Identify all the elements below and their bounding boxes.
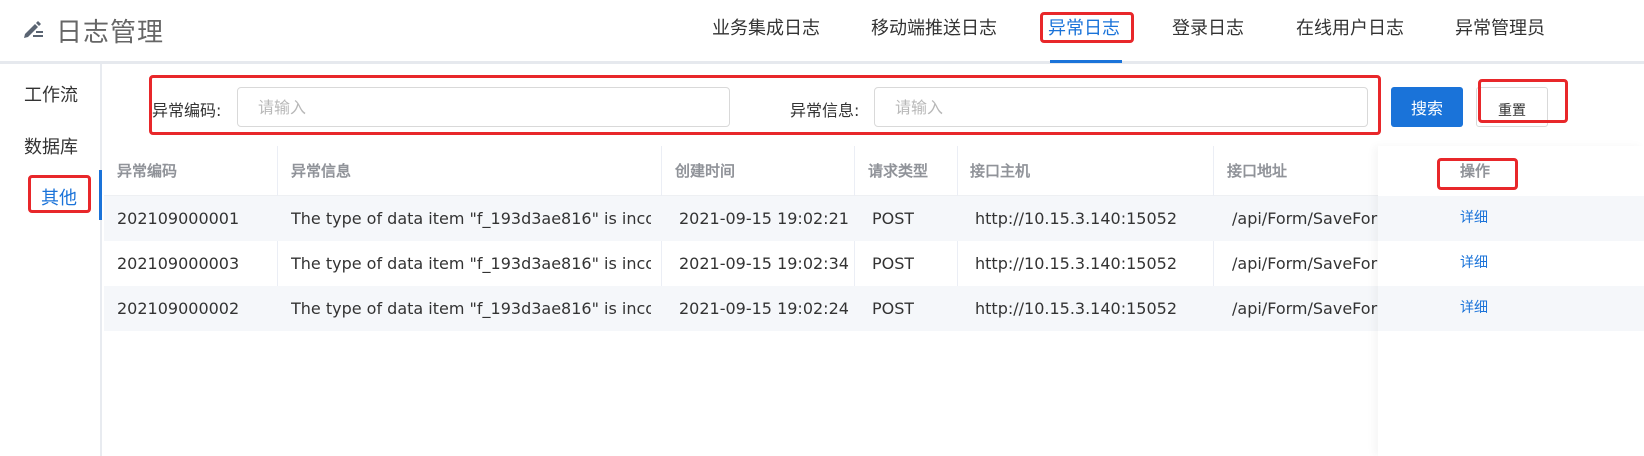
exception-table: 异常编码 异常信息 创建时间 请求类型 接口主机 接口地址 2021090000… bbox=[104, 146, 1644, 456]
column-header-created[interactable]: 创建时间 bbox=[675, 146, 735, 196]
sidebar-item-label: 工作流 bbox=[24, 85, 78, 106]
reset-button[interactable]: 重置 bbox=[1476, 87, 1548, 127]
cell-request-type: POST bbox=[872, 254, 915, 273]
exception-code-input[interactable] bbox=[237, 87, 730, 127]
cell-request-type: POST bbox=[872, 299, 915, 318]
cell-info: The type of data item "f_193d3ae816" is … bbox=[291, 254, 651, 273]
cell-info: The type of data item "f_193d3ae816" is … bbox=[291, 299, 651, 318]
cell-created: 2021-09-15 19:02:34 bbox=[679, 254, 849, 273]
cell-code: 202109000002 bbox=[117, 299, 240, 318]
tab-login-log[interactable]: 登录日志 bbox=[1172, 14, 1244, 42]
cell-address: /api/Form/SaveForm bbox=[1232, 299, 1378, 318]
cell-created: 2021-09-15 19:02:24 bbox=[679, 299, 849, 318]
cell-host: http://10.15.3.140:15052 bbox=[975, 254, 1177, 273]
column-header-info[interactable]: 异常信息 bbox=[291, 146, 351, 196]
sidebar: 工作流 数据库 其他 bbox=[0, 64, 102, 456]
tab-exception-log[interactable]: 异常日志 bbox=[1048, 14, 1120, 42]
sidebar-item-workflow[interactable]: 工作流 bbox=[0, 66, 100, 118]
exception-info-label: 异常信息: bbox=[790, 101, 860, 120]
search-button[interactable]: 搜索 bbox=[1391, 87, 1463, 127]
search-bar: 异常编码: 异常信息: 搜索 重置 bbox=[104, 67, 1644, 145]
cell-host: http://10.15.3.140:15052 bbox=[975, 209, 1177, 228]
sidebar-item-label: 数据库 bbox=[24, 137, 78, 158]
column-header-code[interactable]: 异常编码 bbox=[117, 146, 177, 196]
operation-cell: 详细 bbox=[1378, 286, 1644, 331]
operation-cell: 详细 bbox=[1378, 241, 1644, 286]
operation-cell: 详细 bbox=[1378, 196, 1644, 241]
sidebar-item-label: 其他 bbox=[41, 188, 77, 209]
active-tab-indicator bbox=[1050, 60, 1122, 63]
column-header-address[interactable]: 接口地址 bbox=[1227, 146, 1287, 196]
cell-request-type: POST bbox=[872, 209, 915, 228]
sidebar-item-database[interactable]: 数据库 bbox=[0, 118, 100, 170]
tab-business-log[interactable]: 业务集成日志 bbox=[712, 14, 820, 42]
tab-online-user-log[interactable]: 在线用户日志 bbox=[1296, 14, 1404, 42]
app-header: 日志管理 业务集成日志 移动端推送日志 异常日志 登录日志 在线用户日志 异常管… bbox=[0, 0, 1644, 64]
cell-code: 202109000001 bbox=[117, 209, 240, 228]
cell-host: http://10.15.3.140:15052 bbox=[975, 299, 1177, 318]
sidebar-item-other[interactable]: 其他 bbox=[0, 170, 100, 222]
cell-code: 202109000003 bbox=[117, 254, 240, 273]
column-header-operation: 操作 bbox=[1460, 162, 1491, 180]
cell-address: /api/Form/SaveForm bbox=[1232, 209, 1378, 228]
column-header-host[interactable]: 接口主机 bbox=[970, 146, 1030, 196]
cell-created: 2021-09-15 19:02:21 bbox=[679, 209, 849, 228]
detail-link[interactable]: 详细 bbox=[1460, 286, 1488, 331]
exception-code-label: 异常编码: bbox=[152, 101, 222, 120]
exception-info-input[interactable] bbox=[874, 87, 1368, 127]
operation-column: 操作 详细 详细 详细 bbox=[1378, 146, 1644, 456]
top-nav: 业务集成日志 移动端推送日志 异常日志 登录日志 在线用户日志 异常管理员 bbox=[0, 0, 1644, 63]
tab-mobile-push-log[interactable]: 移动端推送日志 bbox=[871, 14, 997, 42]
column-header-request-type[interactable]: 请求类型 bbox=[868, 146, 928, 196]
sidebar-active-indicator bbox=[99, 170, 102, 220]
detail-link[interactable]: 详细 bbox=[1460, 196, 1488, 241]
cell-address: /api/Form/SaveForm bbox=[1232, 254, 1378, 273]
tab-exception-admin[interactable]: 异常管理员 bbox=[1455, 14, 1545, 42]
detail-link[interactable]: 详细 bbox=[1460, 241, 1488, 286]
cell-info: The type of data item "f_193d3ae816" is … bbox=[291, 209, 651, 228]
